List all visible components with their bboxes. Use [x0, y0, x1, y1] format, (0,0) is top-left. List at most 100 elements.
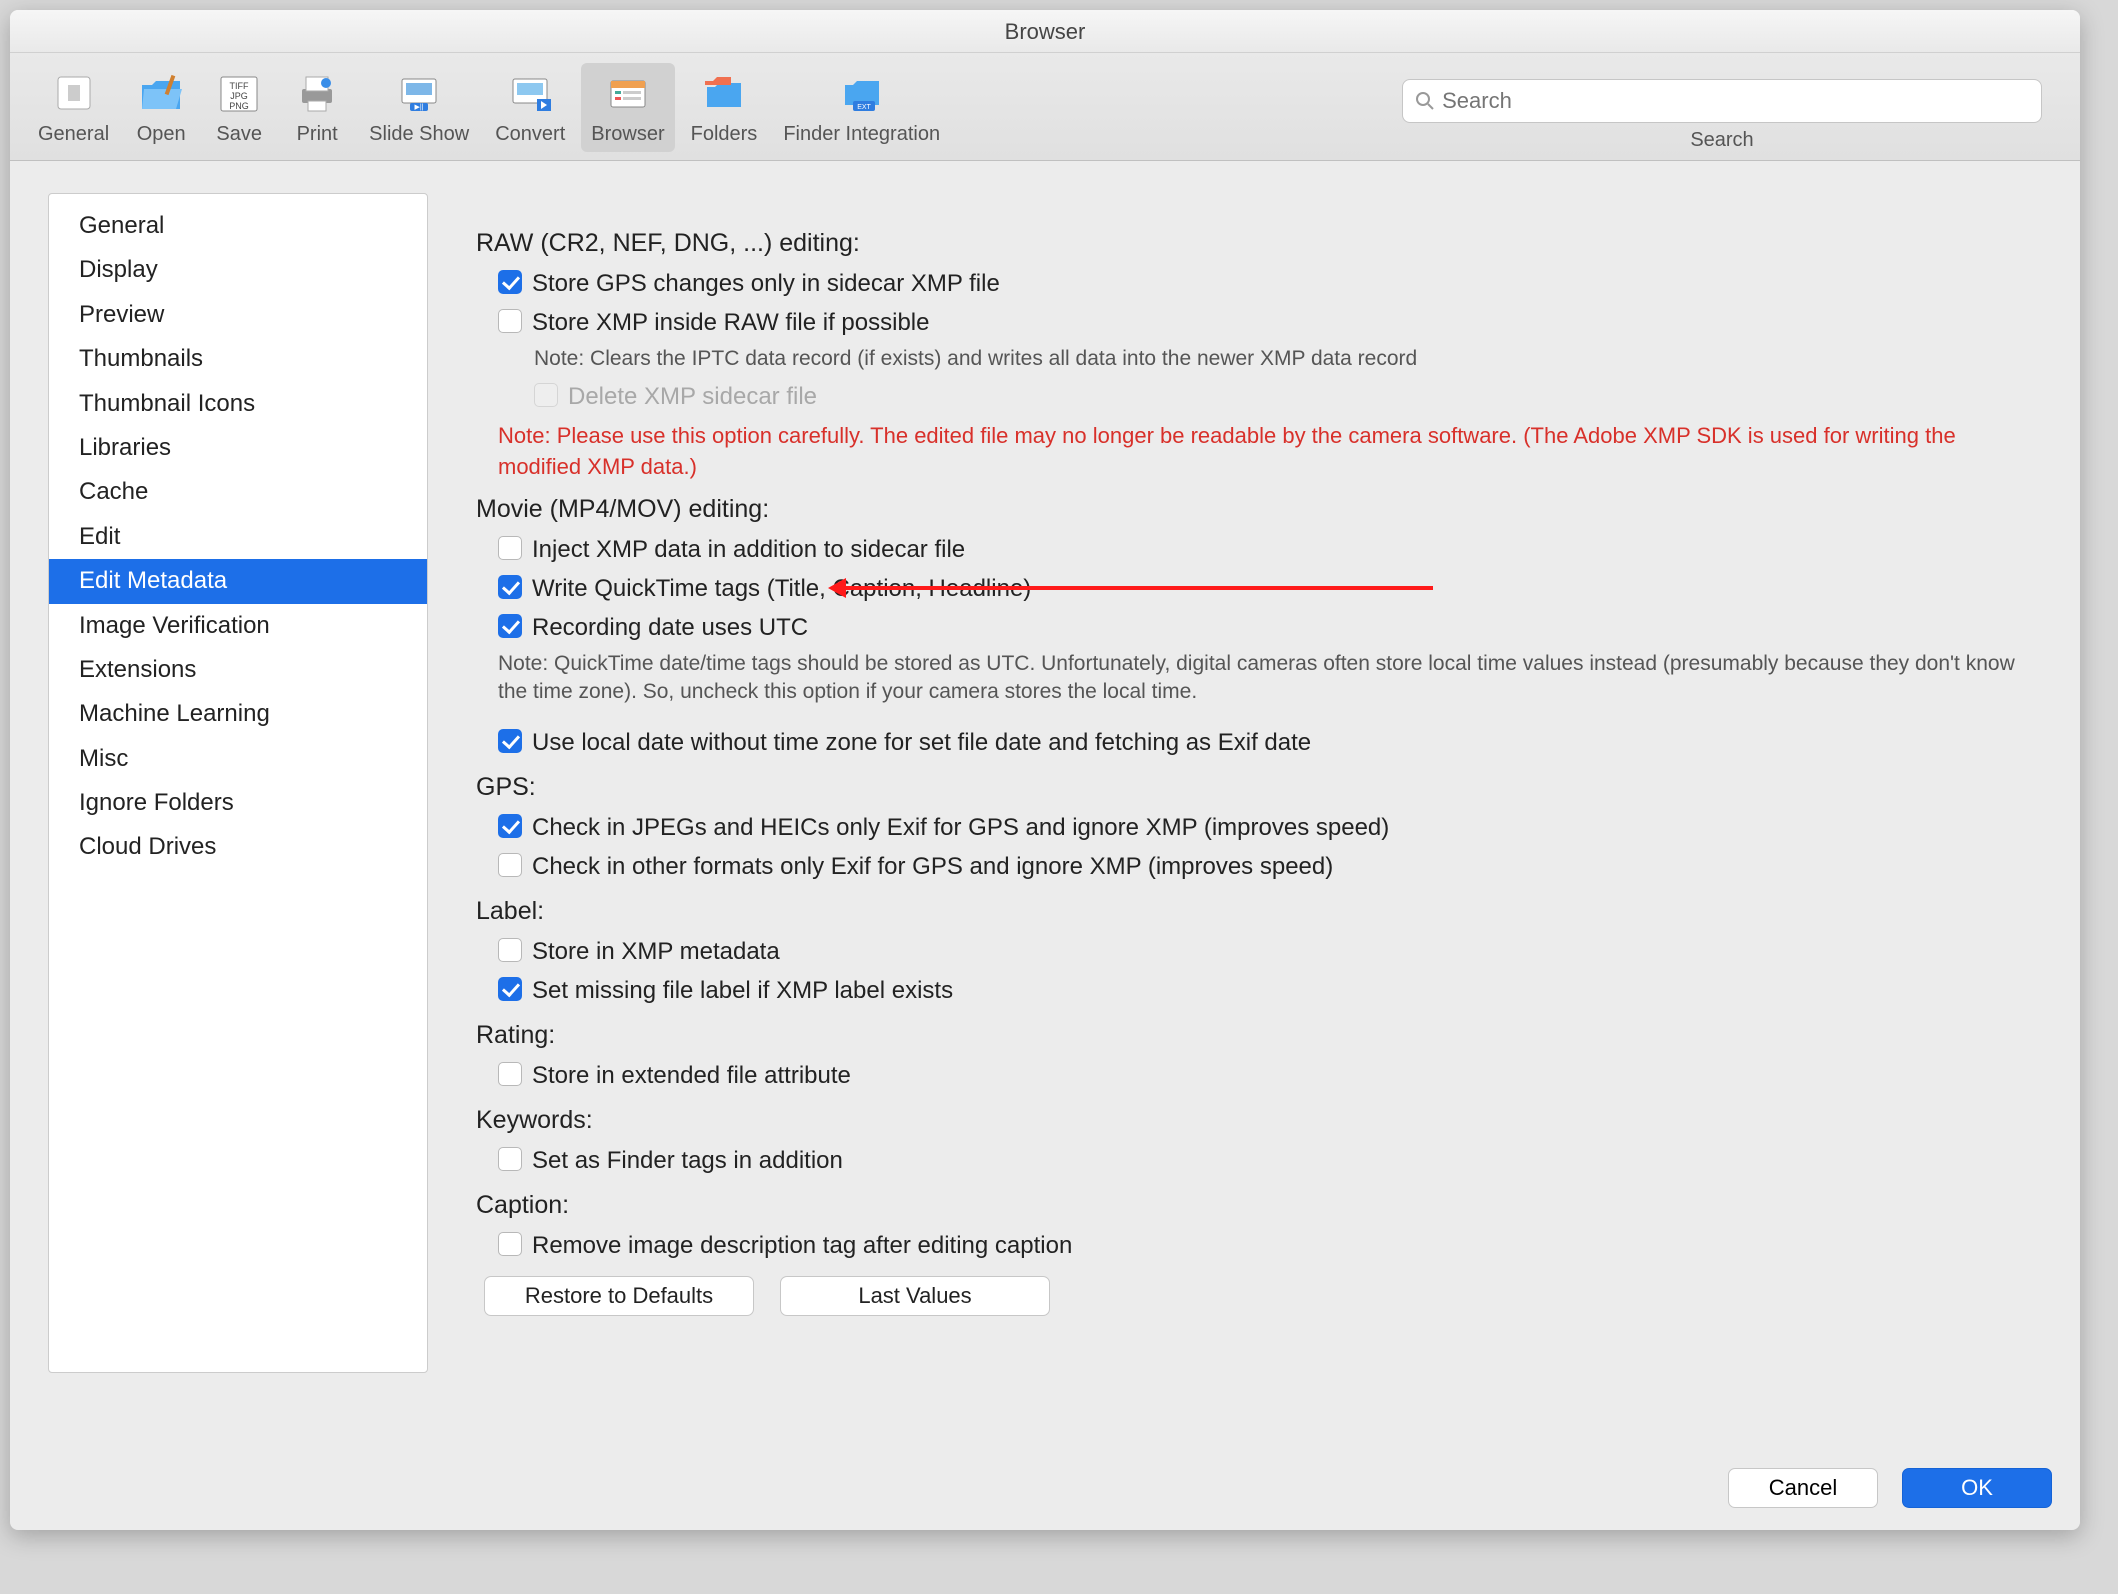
store-gps-sidecar-label[interactable]: Store GPS changes only in sidecar XMP fi… — [532, 266, 1000, 302]
sidebar-item-edit-metadata[interactable]: Edit Metadata — [49, 559, 427, 603]
gps-jpeg-heic-checkbox[interactable] — [498, 814, 522, 838]
folders-icon — [698, 67, 750, 119]
sidebar-item-libraries[interactable]: Libraries — [49, 426, 427, 470]
ok-button[interactable]: OK — [1902, 1468, 2052, 1508]
toolbar-label: Browser — [591, 123, 664, 146]
toolbar-browser[interactable]: Browser — [581, 63, 674, 152]
toolbar-open[interactable]: Open — [125, 63, 197, 152]
sidebar-item-misc[interactable]: Misc — [49, 737, 427, 781]
svg-text:JPG: JPG — [230, 91, 248, 101]
recording-date-utc-label[interactable]: Recording date uses UTC — [532, 610, 808, 646]
search-wrap: Search — [1402, 79, 2042, 152]
search-box[interactable] — [1402, 79, 2042, 123]
toolbar-label: Convert — [495, 123, 565, 146]
sidebar-item-cloud-drives[interactable]: Cloud Drives — [49, 825, 427, 869]
toolbar-save[interactable]: TIFFJPGPNG Save — [203, 63, 275, 152]
sidebar-item-thumbnails[interactable]: Thumbnails — [49, 337, 427, 381]
rating-extended-attr-checkbox[interactable] — [498, 1062, 522, 1086]
caption-section-title: Caption: — [476, 1191, 2028, 1220]
search-icon — [1415, 91, 1434, 111]
caption-remove-desc-label[interactable]: Remove image description tag after editi… — [532, 1228, 1072, 1264]
inject-xmp-checkbox[interactable] — [498, 536, 522, 560]
store-xmp-inside-checkbox[interactable] — [498, 309, 522, 333]
sidebar-item-machine-learning[interactable]: Machine Learning — [49, 692, 427, 736]
use-local-date-label[interactable]: Use local date without time zone for set… — [532, 725, 1311, 761]
preferences-window: Browser General Open TIFFJPGPNG Save Pri… — [10, 10, 2080, 1530]
delete-xmp-label: Delete XMP sidecar file — [568, 379, 817, 415]
label-store-xmp-label[interactable]: Store in XMP metadata — [532, 934, 780, 970]
cancel-button[interactable]: Cancel — [1728, 1468, 1878, 1508]
sidebar-item-ignore-folders[interactable]: Ignore Folders — [49, 781, 427, 825]
inject-xmp-label[interactable]: Inject XMP data in addition to sidecar f… — [532, 532, 965, 568]
gps-section-title: GPS: — [476, 773, 2028, 802]
qt-note: Note: QuickTime date/time tags should be… — [498, 650, 2028, 707]
label-set-missing-label[interactable]: Set missing file label if XMP label exis… — [532, 973, 953, 1009]
sidebar-item-general[interactable]: General — [49, 204, 427, 248]
recording-date-utc-checkbox[interactable] — [498, 614, 522, 638]
sidebar-item-preview[interactable]: Preview — [49, 293, 427, 337]
search-label: Search — [1690, 129, 1753, 152]
label-section-title: Label: — [476, 897, 2028, 926]
label-store-xmp-checkbox[interactable] — [498, 938, 522, 962]
gps-other-checkbox[interactable] — [498, 853, 522, 877]
toolbar-convert[interactable]: Convert — [485, 63, 575, 152]
sidebar: GeneralDisplayPreviewThumbnailsThumbnail… — [48, 193, 428, 1373]
keywords-finder-tags-label[interactable]: Set as Finder tags in addition — [532, 1143, 843, 1179]
toolbar-folders[interactable]: Folders — [681, 63, 768, 152]
toolbar-label: General — [38, 123, 109, 146]
content-panel: RAW (CR2, NEF, DNG, ...) editing: Store … — [448, 193, 2056, 1373]
toolbar-finder-integration[interactable]: EXT Finder Integration — [773, 63, 950, 152]
rating-extended-attr-label[interactable]: Store in extended file attribute — [532, 1058, 851, 1094]
open-icon — [135, 67, 187, 119]
sidebar-item-image-verification[interactable]: Image Verification — [49, 604, 427, 648]
gps-jpeg-heic-label[interactable]: Check in JPEGs and HEICs only Exif for G… — [532, 810, 1389, 846]
save-icon: TIFFJPGPNG — [213, 67, 265, 119]
raw-section-title: RAW (CR2, NEF, DNG, ...) editing: — [476, 229, 2028, 258]
last-values-button[interactable]: Last Values — [780, 1276, 1050, 1316]
toolbar-label: Print — [297, 123, 338, 146]
toolbar-general[interactable]: General — [28, 63, 119, 152]
window-title: Browser — [10, 10, 2080, 53]
label-set-missing-checkbox[interactable] — [498, 977, 522, 1001]
footer: Cancel OK — [10, 1452, 2080, 1530]
general-icon — [48, 67, 100, 119]
convert-icon — [504, 67, 556, 119]
write-qt-label[interactable]: Write QuickTime tags (Title, Caption, He… — [532, 571, 1031, 607]
svg-text:EXT: EXT — [857, 104, 871, 111]
store-xmp-note: Note: Clears the IPTC data record (if ex… — [534, 345, 2028, 373]
sidebar-item-cache[interactable]: Cache — [49, 470, 427, 514]
caption-remove-desc-checkbox[interactable] — [498, 1232, 522, 1256]
store-xmp-inside-label[interactable]: Store XMP inside RAW file if possible — [532, 305, 930, 341]
sidebar-item-thumbnail-icons[interactable]: Thumbnail Icons — [49, 382, 427, 426]
toolbar-label: Folders — [691, 123, 758, 146]
svg-text:▶||: ▶|| — [415, 104, 424, 111]
toolbar: General Open TIFFJPGPNG Save Print ▶|| S… — [10, 53, 2080, 161]
sidebar-item-display[interactable]: Display — [49, 248, 427, 292]
rating-section-title: Rating: — [476, 1021, 2028, 1050]
use-local-date-checkbox[interactable] — [498, 729, 522, 753]
toolbar-label: Save — [216, 123, 262, 146]
svg-text:PNG: PNG — [229, 101, 249, 111]
slideshow-icon: ▶|| — [393, 67, 445, 119]
movie-section-title: Movie (MP4/MOV) editing: — [476, 495, 2028, 524]
sidebar-item-extensions[interactable]: Extensions — [49, 648, 427, 692]
body: GeneralDisplayPreviewThumbnailsThumbnail… — [10, 161, 2080, 1452]
store-gps-sidecar-checkbox[interactable] — [498, 270, 522, 294]
write-qt-checkbox[interactable] — [498, 575, 522, 599]
toolbar-slideshow[interactable]: ▶|| Slide Show — [359, 63, 479, 152]
toolbar-label: Finder Integration — [783, 123, 940, 146]
svg-text:TIFF: TIFF — [230, 81, 249, 91]
restore-defaults-button[interactable]: Restore to Defaults — [484, 1276, 754, 1316]
raw-warning: Note: Please use this option carefully. … — [498, 421, 2028, 483]
search-input[interactable] — [1442, 88, 2029, 114]
delete-xmp-checkbox — [534, 383, 558, 407]
toolbar-label: Open — [137, 123, 186, 146]
keywords-finder-tags-checkbox[interactable] — [498, 1147, 522, 1171]
toolbar-label: Slide Show — [369, 123, 469, 146]
sidebar-item-edit[interactable]: Edit — [49, 515, 427, 559]
print-icon — [291, 67, 343, 119]
gps-other-label[interactable]: Check in other formats only Exif for GPS… — [532, 849, 1333, 885]
finder-integration-icon: EXT — [836, 67, 888, 119]
browser-icon — [602, 67, 654, 119]
toolbar-print[interactable]: Print — [281, 63, 353, 152]
